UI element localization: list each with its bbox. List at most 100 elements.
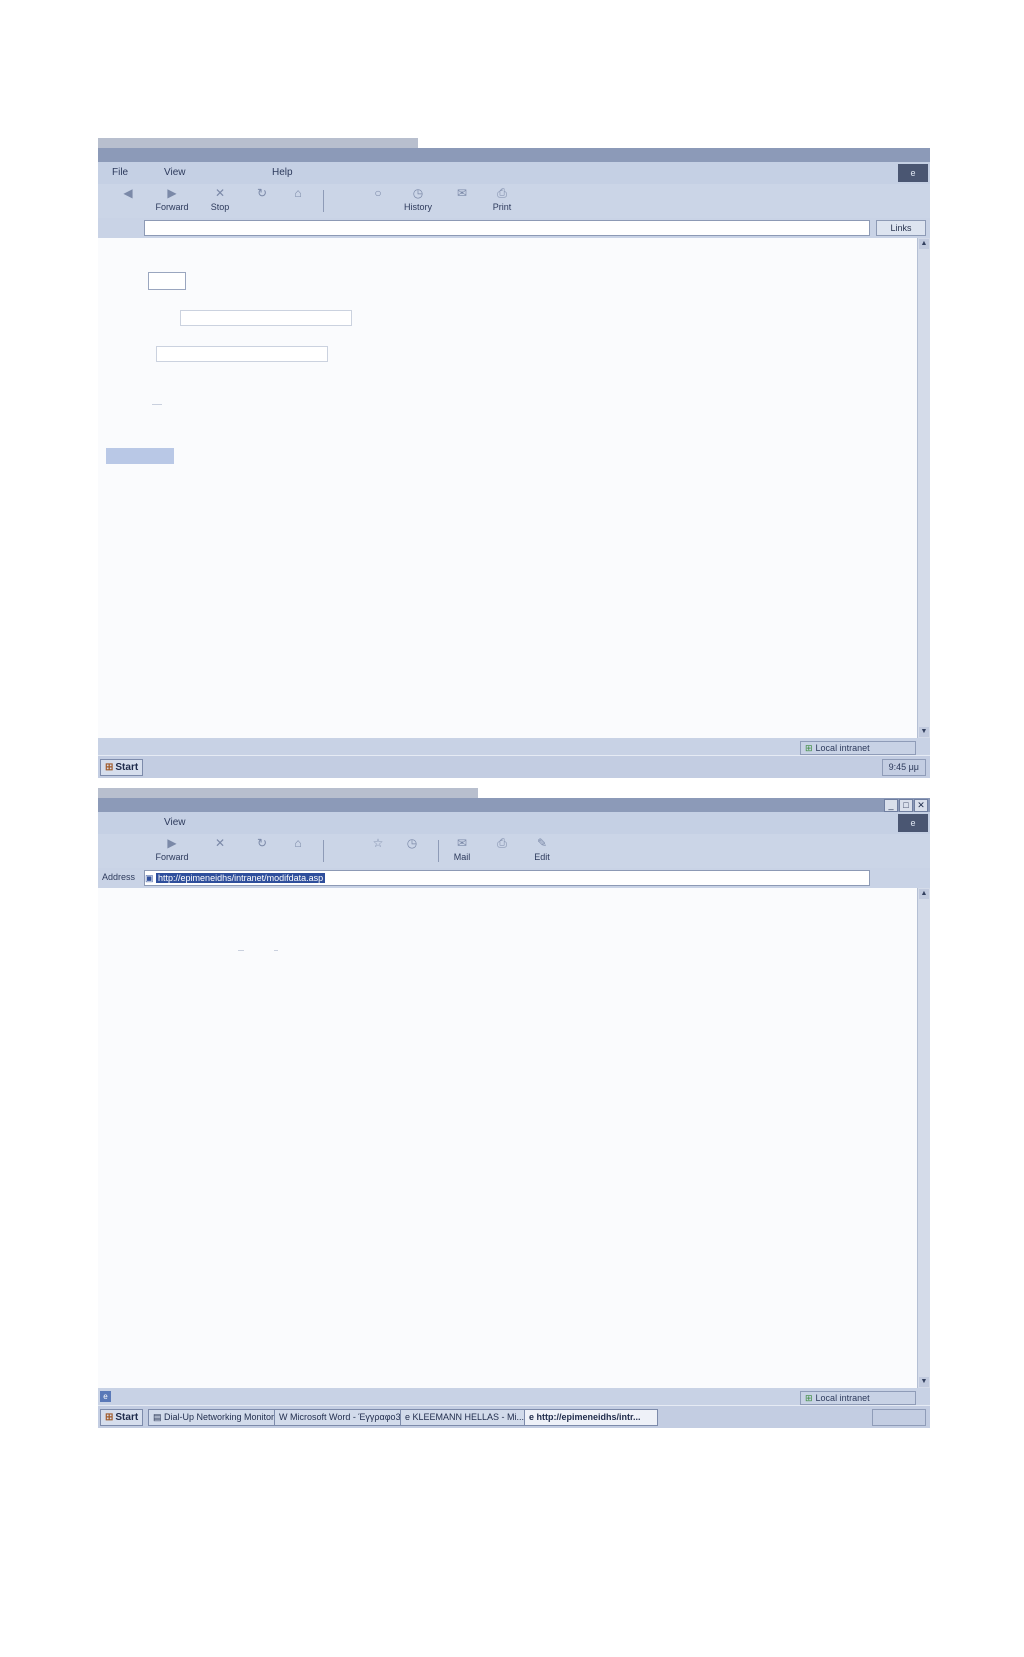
status-bar: ⊞ Local intranet (98, 738, 930, 756)
stop-icon: ✕ (214, 836, 226, 850)
dialup-icon: ▤ (153, 1412, 165, 1422)
ie-logo-icon: e (405, 1412, 413, 1422)
edit-icon: ✎ (536, 836, 548, 850)
window-title-text (98, 138, 418, 148)
right-arrow-icon: ▶ (167, 836, 177, 850)
left-arrow-icon: ◀ (123, 186, 133, 200)
zone-label: Local intranet (815, 743, 870, 753)
browser-window-1: File View Help e ◀ ▶ Forward ✕ Stop ↻ ⌂ … (98, 138, 930, 778)
ie-logo-icon: e (529, 1412, 537, 1422)
address-url: http://epimeneidhs/intranet/modifdata.as… (156, 873, 326, 883)
scroll-down-icon[interactable]: ▼ (919, 727, 929, 737)
intranet-zone-icon: ⊞ (805, 743, 813, 753)
system-tray (872, 1409, 926, 1426)
refresh-button[interactable]: ↻ (242, 186, 282, 216)
history-button[interactable]: ◷ History (398, 186, 438, 216)
stop-button[interactable]: ✕ (200, 836, 240, 866)
taskbar-item-label: KLEEMANN HELLAS - Mi... (412, 1412, 525, 1422)
word-icon: W (279, 1412, 290, 1422)
menu-bar: View e (98, 812, 930, 834)
address-label: Address (102, 872, 136, 882)
start-label: Start (115, 1412, 139, 1423)
taskbar: ⊞ Start 9:45 μμ (98, 755, 930, 778)
scroll-up-icon[interactable]: ▲ (919, 889, 929, 899)
status-bar: e ⊞ Local intranet (98, 1388, 930, 1406)
minimize-button[interactable]: _ (884, 799, 898, 812)
mail-icon: ✉ (456, 836, 468, 850)
links-label: Links (890, 223, 912, 233)
forward-label: Forward (155, 852, 189, 862)
security-zone: ⊞ Local intranet (800, 1391, 916, 1405)
page-content (98, 888, 918, 1388)
scroll-up-icon[interactable]: ▲ (919, 239, 929, 249)
scroll-down-icon[interactable]: ▼ (919, 1377, 929, 1387)
history-icon: ◷ (406, 836, 418, 850)
back-button[interactable]: ◀ (108, 186, 148, 216)
small-text-mark (274, 950, 278, 951)
forward-button[interactable]: ▶ Forward (152, 836, 192, 866)
start-button[interactable]: ⊞ Start (100, 1409, 144, 1426)
ie-logo-icon: e (898, 814, 928, 832)
print-button[interactable]: ⎙ (482, 836, 522, 866)
small-input-field[interactable] (148, 272, 186, 290)
browser-window-2: _ □ ✕ View e ▶ Forward ✕ ↻ ⌂ ☆ ◷ ✉ Mail … (98, 788, 930, 1428)
taskbar-item-label: Dial-Up Networking Monitor (164, 1412, 275, 1422)
toolbar: ◀ ▶ Forward ✕ Stop ↻ ⌂ ○ ◷ History ✉ ⎙ P… (98, 184, 930, 218)
taskbar-item[interactable]: e KLEEMANN HELLAS - Mi... (400, 1409, 528, 1426)
print-button[interactable]: ⎙ Print (482, 186, 522, 216)
print-label: Print (492, 202, 512, 212)
stop-button[interactable]: ✕ Stop (200, 186, 240, 216)
small-text-mark (238, 950, 244, 951)
home-icon: ⌂ (294, 836, 302, 850)
home-button[interactable]: ⌂ (278, 836, 318, 866)
history-button[interactable]: ◷ (392, 836, 432, 866)
right-arrow-icon: ▶ (167, 186, 177, 200)
text-input-field[interactable] (180, 310, 352, 326)
forward-button[interactable]: ▶ Forward (152, 186, 192, 216)
taskbar-item-label: http://epimeneidhs/intr... (536, 1412, 641, 1422)
menu-view[interactable]: View (164, 817, 186, 828)
close-button[interactable]: ✕ (914, 799, 928, 812)
links-button[interactable]: Links (876, 220, 926, 236)
taskbar-item[interactable]: e http://epimeneidhs/intr... (524, 1409, 658, 1426)
address-input[interactable] (144, 220, 870, 236)
stop-icon: ✕ (214, 186, 226, 200)
window-controls: _ □ ✕ (884, 799, 928, 812)
search-icon: ○ (374, 186, 382, 200)
home-icon: ⌂ (294, 186, 302, 200)
menu-bar: File View Help e (98, 162, 930, 184)
vertical-scrollbar[interactable]: ▲ ▼ (917, 888, 930, 1388)
menu-help[interactable]: Help (272, 167, 293, 178)
taskbar-item[interactable]: ▤ Dial-Up Networking Monitor (148, 1409, 278, 1426)
menu-view[interactable]: View (164, 167, 186, 178)
mail-button[interactable]: ✉ (442, 186, 482, 216)
refresh-button[interactable]: ↻ (242, 836, 282, 866)
address-input[interactable]: ▣ http://epimeneidhs/intranet/modifdata.… (144, 870, 870, 886)
maximize-button[interactable]: □ (899, 799, 913, 812)
refresh-icon: ↻ (256, 186, 268, 200)
mail-button[interactable]: ✉ Mail (442, 836, 482, 866)
edit-label: Edit (534, 852, 550, 862)
system-tray: 9:45 μμ (881, 759, 926, 776)
submit-button[interactable] (106, 448, 174, 464)
menu-file[interactable]: File (112, 167, 128, 178)
favorites-icon: ☆ (372, 836, 384, 850)
edit-button[interactable]: ✎ Edit (522, 836, 562, 866)
window-title-text (98, 788, 478, 798)
small-text-mark (152, 404, 162, 405)
page-content (98, 238, 918, 738)
text-input-field[interactable] (156, 346, 328, 362)
page-icon: e (100, 1391, 111, 1402)
start-label: Start (115, 762, 139, 773)
taskbar-item[interactable]: W Microsoft Word - Έγγραφο3 (274, 1409, 404, 1426)
vertical-scrollbar[interactable]: ▲ ▼ (917, 238, 930, 738)
taskbar-item-label: Microsoft Word - Έγγραφο3 (290, 1412, 401, 1422)
forward-label: Forward (155, 202, 189, 212)
zone-label: Local intranet (815, 1393, 870, 1403)
history-icon: ◷ (412, 186, 424, 200)
search-button[interactable]: ○ (358, 186, 398, 216)
start-button[interactable]: ⊞ Start (100, 759, 144, 776)
home-button[interactable]: ⌂ (278, 186, 318, 216)
toolbar-separator (323, 190, 324, 212)
page-icon: ▣ (145, 873, 154, 883)
